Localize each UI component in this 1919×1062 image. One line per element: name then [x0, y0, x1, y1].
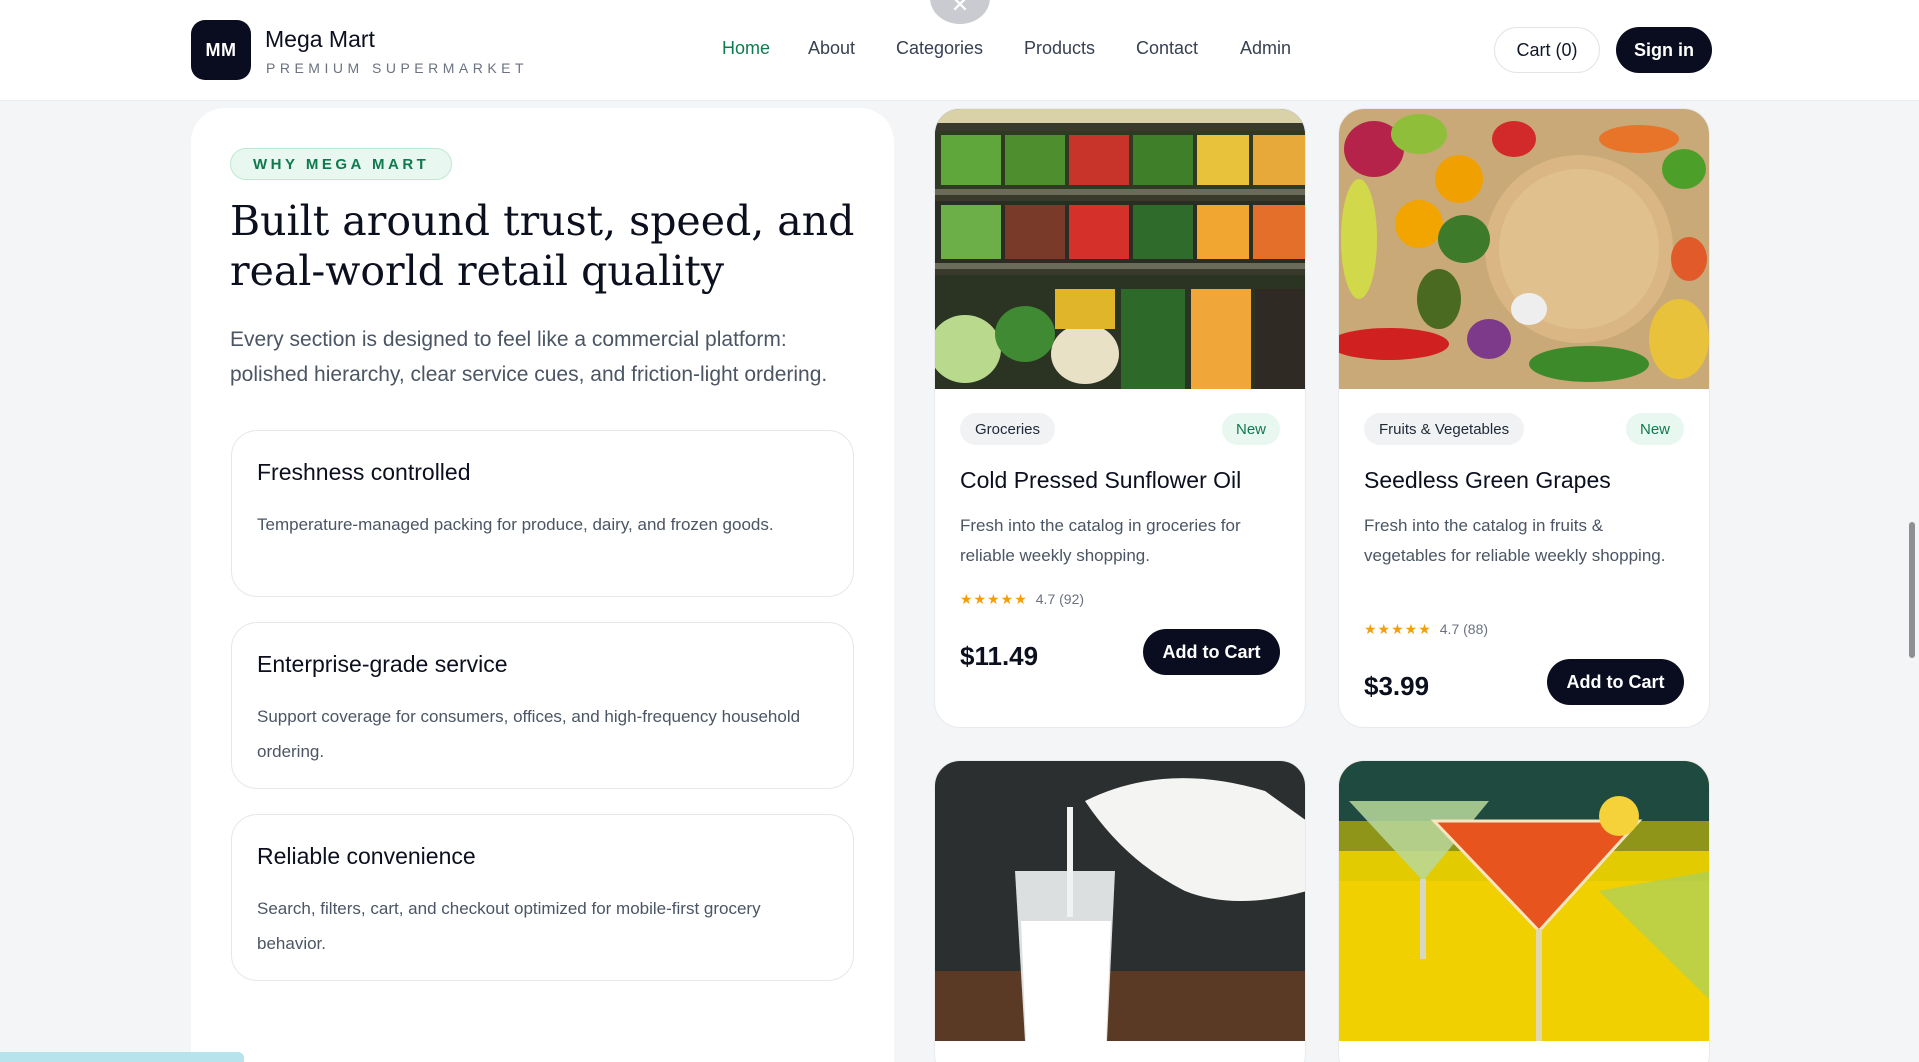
category-chip: Fruits & Vegetables	[1364, 413, 1525, 445]
brand-tagline: PREMIUM SUPERMARKET	[266, 60, 529, 76]
feature-desc: Search, filters, cart, and checkout opti…	[257, 899, 761, 953]
star-rating-icon: ★★★★★	[960, 591, 1028, 607]
product-price: $11.49	[960, 641, 1039, 671]
product-rating: ★★★★★ 4.7 (88)	[1364, 621, 1488, 638]
feature-desc: Temperature-managed packing for produce,…	[257, 515, 774, 534]
nav-contact[interactable]: Contact	[1136, 38, 1198, 59]
category-chip: Groceries	[960, 413, 1056, 445]
new-badge: New	[1221, 413, 1280, 445]
rating-value: 4.7 (88)	[1439, 621, 1489, 637]
section-headline: Built around trust, speed, and real-worl…	[230, 197, 855, 295]
product-title[interactable]: Seedless Green Grapes	[1364, 467, 1611, 494]
feature-desc: Support coverage for consumers, offices,…	[257, 707, 801, 761]
product-image-cocktails[interactable]	[1339, 761, 1709, 1041]
star-rating-icon: ★★★★★	[1364, 621, 1432, 637]
feature-card: Reliable convenience Search, filters, ca…	[231, 814, 854, 981]
feature-card: Enterprise-grade service Support coverag…	[231, 622, 854, 789]
feature-title: Enterprise-grade service	[257, 651, 508, 677]
sign-in-button[interactable]: Sign in	[1616, 27, 1712, 73]
feature-card: Freshness controlled Temperature-managed…	[231, 430, 854, 597]
logo-mark[interactable]: MM	[191, 20, 251, 80]
nav-home[interactable]: Home	[722, 38, 770, 59]
new-badge: New	[1625, 413, 1684, 445]
section-eyebrow: WHY MEGA MART	[230, 148, 453, 180]
product-title[interactable]: Cold Pressed Sunflower Oil	[960, 467, 1241, 494]
page-scrollbar[interactable]	[1905, 0, 1919, 1062]
product-image-produce-shelves[interactable]	[935, 109, 1305, 389]
section-lead: Every section is designed to feel like a…	[230, 328, 828, 386]
product-image-vegetables-board[interactable]	[1339, 109, 1709, 389]
product-card[interactable]: Fruits & Vegetables New Seedless Green G…	[1338, 108, 1710, 728]
feature-title: Reliable convenience	[257, 843, 476, 869]
bottom-progress-strip	[0, 1052, 244, 1062]
nav-about[interactable]: About	[808, 38, 855, 59]
rating-value: 4.7 (92)	[1035, 591, 1085, 607]
product-desc: Fresh into the catalog in fruits & veget…	[1364, 516, 1666, 565]
product-rating: ★★★★★ 4.7 (92)	[960, 591, 1084, 608]
brand-name[interactable]: Mega Mart	[265, 26, 375, 53]
close-icon[interactable]: ✕	[930, 0, 990, 24]
product-card[interactable]: Groceries New Cold Pressed Sunflower Oil…	[934, 108, 1306, 728]
product-card[interactable]	[1338, 760, 1710, 1062]
nav-categories[interactable]: Categories	[896, 38, 983, 59]
product-card[interactable]	[934, 760, 1306, 1062]
nav-products[interactable]: Products	[1024, 38, 1095, 59]
site-header: MM Mega Mart PREMIUM SUPERMARKET ✕ Home …	[0, 0, 1919, 100]
add-to-cart-button[interactable]: Add to Cart	[1547, 659, 1684, 705]
feature-title: Freshness controlled	[257, 459, 471, 485]
cart-button[interactable]: Cart (0)	[1494, 27, 1600, 73]
add-to-cart-button[interactable]: Add to Cart	[1143, 629, 1280, 675]
product-image-milk-pour[interactable]	[935, 761, 1305, 1041]
nav-admin[interactable]: Admin	[1240, 38, 1291, 59]
product-price: $3.99	[1364, 671, 1430, 701]
product-desc: Fresh into the catalog in groceries for …	[960, 516, 1241, 565]
scrollbar-thumb[interactable]	[1909, 522, 1915, 658]
